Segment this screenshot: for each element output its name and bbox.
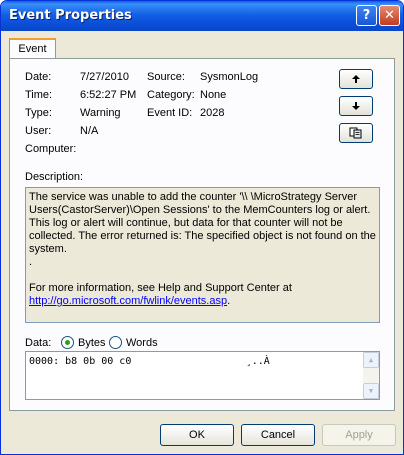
bytes-radio[interactable] — [61, 336, 74, 349]
time-label: Time: — [25, 89, 53, 101]
ok-button[interactable]: OK — [160, 424, 234, 446]
type-value: Warning — [80, 107, 121, 119]
next-event-button[interactable] — [339, 96, 373, 116]
copy-icon — [349, 127, 362, 139]
time-value: 6:52:27 PM — [80, 89, 137, 101]
category-value: None — [200, 89, 227, 101]
scroll-down-arrow-icon[interactable]: ▼ — [363, 383, 379, 399]
data-box[interactable]: 0000: b8 0b 00 c0 ¸..À ▲ ▼ — [25, 351, 380, 400]
link-period: . — [227, 295, 231, 307]
description-label: Description: — [25, 171, 84, 183]
data-label: Data: — [25, 337, 52, 349]
window-title: Event Properties — [9, 8, 132, 23]
data-line: 0000: b8 0b 00 c0 ¸..À — [29, 356, 270, 367]
date-value: 7/27/2010 — [80, 71, 129, 83]
user-label: User: — [25, 125, 52, 137]
copy-event-button[interactable] — [339, 123, 373, 143]
title-bar[interactable]: Event Properties ? ✕ — [1, 1, 403, 31]
description-box[interactable]: The service was unable to add the counte… — [25, 187, 380, 323]
source-label: Source: — [147, 71, 185, 83]
computer-label: Computer: — [25, 143, 77, 155]
bytes-radio-label[interactable]: Bytes — [78, 337, 106, 349]
event-id-label: Event ID: — [147, 107, 193, 119]
category-label: Category: — [147, 89, 195, 101]
event-id-value: 2028 — [200, 107, 225, 119]
scroll-up-arrow-icon[interactable]: ▲ — [363, 352, 379, 368]
close-button[interactable]: ✕ — [379, 5, 400, 26]
event-properties-window: Event Properties ? ✕ Event Date: 7/27/20… — [0, 0, 404, 455]
source-value: SysmonLog — [200, 71, 259, 83]
words-radio[interactable] — [109, 336, 122, 349]
more-info-text: For more information, see Help and Suppo… — [29, 282, 292, 294]
help-button[interactable]: ? — [356, 5, 377, 26]
user-value: N/A — [80, 125, 99, 137]
cancel-button[interactable]: Cancel — [241, 424, 315, 446]
type-label: Type: — [25, 107, 52, 119]
help-link[interactable]: http://go.microsoft.com/fwlink/events.as… — [29, 295, 227, 307]
data-scrollbar[interactable]: ▲ ▼ — [363, 352, 379, 399]
apply-button[interactable]: Apply — [322, 424, 396, 446]
arrow-up-icon — [352, 75, 360, 83]
previous-event-button[interactable] — [339, 69, 373, 89]
arrow-down-icon — [352, 102, 360, 110]
tab-event[interactable]: Event — [9, 38, 56, 59]
date-label: Date: — [25, 71, 52, 83]
description-dot: . — [29, 256, 33, 268]
words-radio-label[interactable]: Words — [126, 337, 158, 349]
description-text: The service was unable to add the counte… — [29, 191, 376, 255]
